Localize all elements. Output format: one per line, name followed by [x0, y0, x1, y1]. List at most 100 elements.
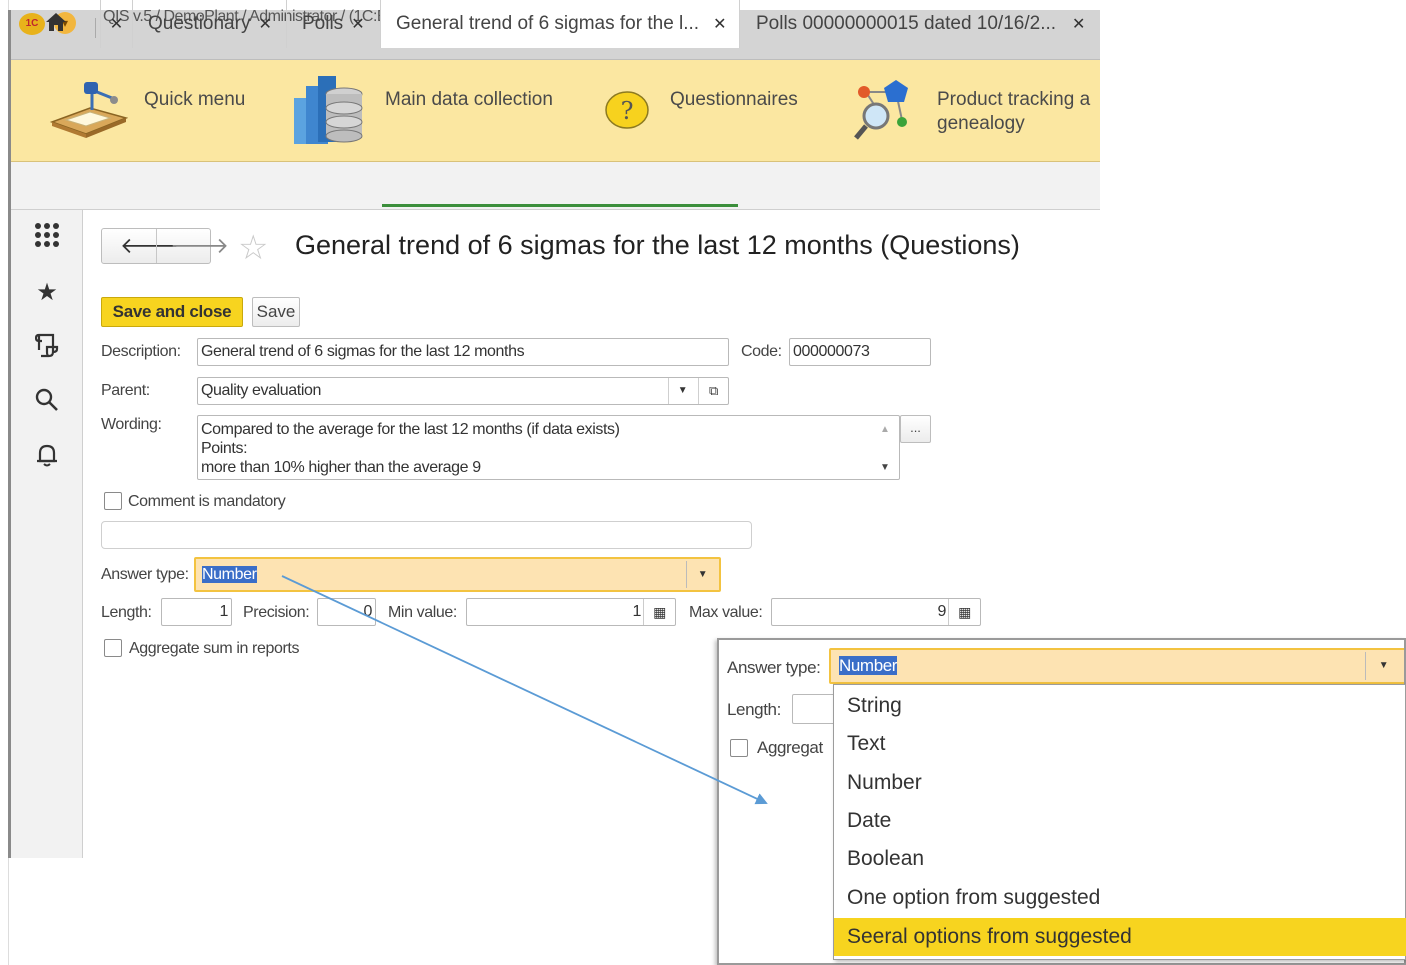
parent-dropdown-icon[interactable]: ▼: [668, 378, 696, 404]
tab-bar: [11, 162, 1100, 210]
section-questionnaires[interactable]: ?: [604, 90, 650, 130]
close-icon[interactable]: ✕: [110, 16, 123, 33]
question-icon: ?: [605, 91, 649, 129]
inset-length-field[interactable]: [792, 694, 836, 724]
save-button[interactable]: Save: [252, 297, 300, 327]
open-parent-icon[interactable]: ⧉: [698, 378, 728, 404]
length-field[interactable]: 1: [161, 598, 232, 626]
network-search-icon: [854, 80, 908, 140]
notifications-bell-icon[interactable]: [30, 442, 64, 472]
tab-label: Polls: [302, 13, 344, 34]
save-and-close-button[interactable]: Save and close: [101, 297, 243, 327]
inset-aggregate-checkbox[interactable]: [730, 739, 748, 757]
wording-line-3: more than 10% higher than the average 9: [201, 459, 481, 476]
scroll-history-icon: [34, 333, 59, 358]
section-quick-menu[interactable]: [46, 78, 129, 140]
inset-dropdown-icon[interactable]: ▼: [1365, 652, 1401, 680]
wording-label: Wording:: [101, 416, 162, 433]
tab-label: General trend of 6 sigmas for the l...: [396, 13, 700, 34]
section-label-quick-menu[interactable]: Quick menu: [144, 88, 245, 112]
close-icon[interactable]: ✕: [713, 16, 726, 33]
grid-icon: [35, 223, 59, 247]
tab-label: Polls 00000000015 dated 10/16/2...: [756, 13, 1057, 34]
wording-more-button[interactable]: ...: [900, 415, 931, 443]
section-label-product-tracking-2[interactable]: genealogy: [937, 112, 1025, 136]
max-value: 9: [937, 603, 947, 620]
tab-general-trend[interactable]: General trend of 6 sigmas for the l... ✕: [381, 0, 740, 48]
close-icon[interactable]: ✕: [258, 16, 271, 33]
max-value-field[interactable]: 9 ▦: [771, 598, 981, 626]
answer-type-value: Number: [202, 566, 257, 583]
inset-length-label: Length:: [727, 700, 781, 719]
calculator-icon[interactable]: ▦: [948, 599, 980, 625]
option-one-from-suggested[interactable]: One option from suggested: [834, 879, 1406, 917]
home-icon: [45, 12, 66, 31]
scroll-up-icon[interactable]: ▲: [880, 420, 890, 439]
option-date[interactable]: Date: [834, 802, 1406, 840]
tab-polls-00000000015[interactable]: Polls 00000000015 dated 10/16/2... ✕: [740, 0, 1100, 48]
aggregate-sum-checkbox[interactable]: [104, 639, 122, 657]
wording-line-2: Points:: [201, 440, 248, 457]
inset-answer-type-field[interactable]: Number ▼: [829, 648, 1404, 684]
min-value: 1: [632, 603, 642, 620]
favorite-star-icon[interactable]: ☆: [238, 228, 268, 268]
all-functions-icon[interactable]: [30, 222, 64, 252]
option-number[interactable]: Number: [834, 764, 1406, 802]
forward-arrow-icon[interactable]: 🡒: [170, 231, 229, 261]
wording-line-1: Compared to the average for the last 12 …: [201, 421, 620, 438]
database-icon: [294, 76, 363, 144]
option-text[interactable]: Text: [834, 725, 1406, 763]
svg-text:?: ?: [621, 97, 634, 125]
code-field[interactable]: 000000073: [789, 338, 931, 366]
precision-label: Precision:: [243, 604, 310, 621]
form-title: General trend of 6 sigmas for the last 1…: [295, 230, 1020, 260]
answer-type-dropdown-icon[interactable]: ▼: [686, 561, 718, 588]
answer-type-label: Answer type:: [101, 566, 189, 583]
option-string[interactable]: String: [834, 687, 1406, 725]
max-value-label: Max value:: [689, 604, 763, 621]
tab-label: Questionary: [148, 13, 251, 34]
parent-field[interactable]: Quality evaluation ▼ ⧉: [197, 377, 729, 405]
min-value-label: Min value:: [388, 604, 457, 621]
magnifier-icon: [35, 388, 58, 411]
min-value-field[interactable]: 1 ▦: [466, 598, 676, 626]
answer-type-field[interactable]: Number ▼: [194, 557, 721, 592]
close-icon[interactable]: ✕: [1072, 16, 1085, 33]
tab-close-0[interactable]: ✕: [101, 0, 133, 48]
calculator-icon[interactable]: ▦: [643, 599, 675, 625]
comment-mandatory-label: Comment is mandatory: [128, 493, 286, 510]
parent-value: Quality evaluation: [201, 382, 321, 399]
section-label-main-data-collection[interactable]: Main data collection: [385, 88, 553, 112]
navigation-buttons: 🡐 🡒: [101, 228, 229, 264]
nav-separator: [156, 229, 157, 263]
favorites-star-icon[interactable]: ★: [30, 278, 64, 308]
history-icon[interactable]: [30, 332, 64, 362]
option-several-from-suggested[interactable]: Seeral options from suggested: [834, 918, 1406, 956]
tab-polls[interactable]: Polls ✕: [287, 0, 381, 48]
precision-field[interactable]: 0: [317, 598, 376, 626]
section-main-data-collection[interactable]: [292, 74, 368, 146]
home-tab[interactable]: [11, 0, 101, 48]
active-tab-indicator: [382, 204, 738, 207]
option-boolean[interactable]: Boolean: [834, 840, 1406, 878]
section-product-tracking[interactable]: [850, 78, 914, 144]
inset-answer-type-label: Answer type:: [727, 658, 821, 677]
close-icon[interactable]: ✕: [351, 16, 364, 33]
desk-lamp-icon: [49, 82, 129, 138]
code-label: Code:: [741, 343, 782, 360]
scroll-down-icon[interactable]: ▼: [880, 458, 890, 477]
inset-answer-type-value: Number: [839, 656, 898, 675]
length-label: Length:: [101, 604, 152, 621]
description-field[interactable]: General trend of 6 sigmas for the last 1…: [197, 338, 729, 366]
tab-questionary[interactable]: Questionary ✕: [133, 0, 287, 48]
search-icon[interactable]: [30, 388, 64, 418]
section-label-product-tracking[interactable]: Product tracking a: [937, 88, 1090, 112]
inset-aggregate-label: Aggregat: [757, 738, 823, 757]
comment-field[interactable]: [101, 521, 752, 549]
aggregate-sum-label: Aggregate sum in reports: [129, 640, 300, 657]
section-label-questionnaires[interactable]: Questionnaires: [670, 88, 798, 112]
bell-icon: [37, 444, 57, 467]
answer-type-dropdown-list: String Text Number Date Boolean One opti…: [833, 684, 1406, 960]
comment-mandatory-checkbox[interactable]: [104, 492, 122, 510]
wording-textarea[interactable]: Compared to the average for the last 12 …: [197, 415, 900, 480]
